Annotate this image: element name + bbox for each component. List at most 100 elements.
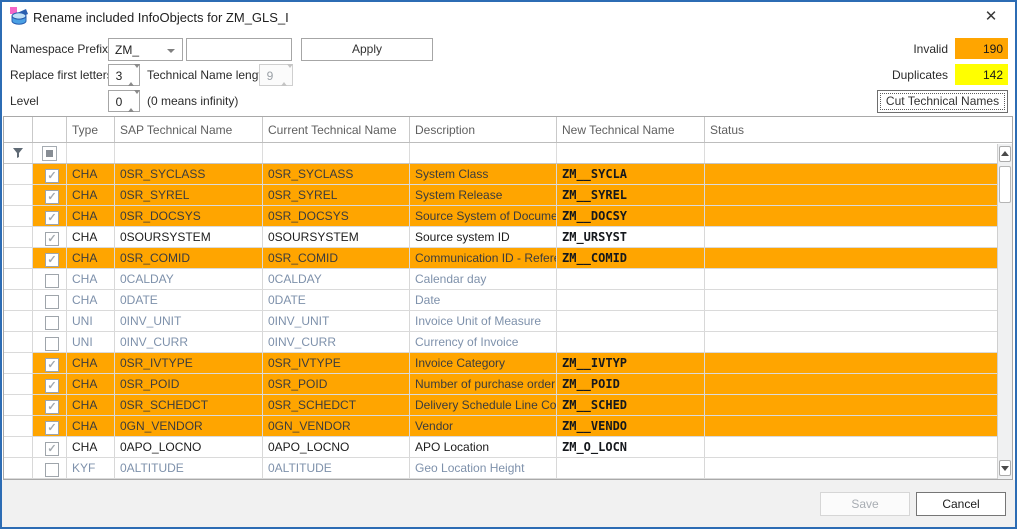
namespace-suffix-input[interactable] [186,38,292,61]
scrollbar-thumb[interactable] [999,166,1011,203]
footer-bar: Save Cancel [2,480,1015,527]
table-row[interactable]: ✓CHA0SR_COMID0SR_COMIDCommunication ID -… [4,248,1012,269]
cell-type: CHA [67,248,115,268]
table-row[interactable]: CHA0DATE0DATEDate [4,290,1012,311]
row-indicator [4,269,33,289]
filter-menu-cell[interactable] [4,143,33,163]
cut-technical-names-button[interactable]: Cut Technical Names [877,90,1008,113]
cell-status [705,374,1012,394]
row-indicator [4,206,33,226]
table-row[interactable]: ✓CHA0SR_SYCLASS0SR_SYCLASSSystem ClassZM… [4,164,1012,185]
cell-current: 0SR_SYREL [263,185,410,205]
table-row[interactable]: KYF0ALTITUDE0ALTITUDEGeo Location Height [4,458,1012,479]
checkbox-checked[interactable]: ✓ [45,253,59,267]
row-checkbox-cell [33,458,67,478]
replace-first-letters-label: Replace first letters [10,68,113,82]
checkbox-checked[interactable]: ✓ [45,400,59,414]
vertical-scrollbar[interactable] [997,144,1012,479]
filter-current-cell[interactable] [263,143,410,163]
cell-current: 0INV_UNIT [263,311,410,331]
cell-description: System Class [410,164,557,184]
checkbox-checked[interactable]: ✓ [45,421,59,435]
header-current-name[interactable]: Current Technical Name [263,117,410,142]
table-row[interactable]: ✓CHA0SOURSYSTEM0SOURSYSTEMSource system … [4,227,1012,248]
cell-description: Source system ID [410,227,557,247]
cell-type: CHA [67,416,115,436]
indeterminate-mark [46,150,53,157]
cell-sap: 0GN_VENDOR [115,416,263,436]
filter-new-cell[interactable] [557,143,705,163]
stepper-arrows-icon[interactable] [128,68,136,84]
header-description[interactable]: Description [410,117,557,142]
filter-status-cell[interactable] [705,143,1012,163]
select-all-checkbox-cell[interactable] [33,143,67,163]
cell-status [705,332,1012,352]
checkbox-checked[interactable]: ✓ [45,358,59,372]
table-row[interactable]: ✓CHA0SR_IVTYPE0SR_IVTYPEInvoice Category… [4,353,1012,374]
table-row[interactable]: ✓CHA0SR_POID0SR_POIDNumber of purchase o… [4,374,1012,395]
cell-current: 0SR_COMID [263,248,410,268]
cell-new_name [557,290,705,310]
cell-new_name: ZM__DOCSY [557,206,705,226]
level-stepper[interactable]: 0 [108,90,140,112]
table-row[interactable]: ✓CHA0SR_DOCSYS0SR_DOCSYSSource System of… [4,206,1012,227]
stepper-arrows-icon[interactable] [128,94,136,110]
cell-sap: 0SOURSYSTEM [115,227,263,247]
select-all-checkbox[interactable] [42,146,57,161]
filter-sap-cell[interactable] [115,143,263,163]
cell-description: Communication ID - Refere... [410,248,557,268]
filter-desc-cell[interactable] [410,143,557,163]
filter-icon [12,147,24,159]
checkbox-checked[interactable]: ✓ [45,211,59,225]
header-type[interactable]: Type [67,117,115,142]
cell-new_name: ZM__POID [557,374,705,394]
checkbox-unchecked[interactable] [45,295,59,309]
apply-button[interactable]: Apply [301,38,433,61]
cancel-button[interactable]: Cancel [916,492,1006,516]
cell-status [705,395,1012,415]
cell-description: Source System of Document [410,206,557,226]
table-row[interactable]: ✓CHA0SR_SYREL0SR_SYRELSystem ReleaseZM__… [4,185,1012,206]
row-indicator [4,164,33,184]
scroll-down-icon[interactable] [999,460,1011,476]
checkbox-unchecked[interactable] [45,316,59,330]
cell-description: Vendor [410,416,557,436]
filter-type-cell[interactable] [67,143,115,163]
cell-new_name: ZM__VENDO [557,416,705,436]
header-new-name[interactable]: New Technical Name [557,117,705,142]
checkbox-unchecked[interactable] [45,337,59,351]
checkbox-checked[interactable]: ✓ [45,442,59,456]
row-indicator [4,458,33,478]
checkbox-unchecked[interactable] [45,274,59,288]
cell-status [705,416,1012,436]
header-checkbox[interactable] [33,117,67,142]
table-row[interactable]: UNI0INV_UNIT0INV_UNITInvoice Unit of Mea… [4,311,1012,332]
scroll-up-icon[interactable] [999,146,1011,162]
cell-current: 0SR_SCHEDCT [263,395,410,415]
cell-description: Number of purchase order [410,374,557,394]
cell-sap: 0SR_SCHEDCT [115,395,263,415]
checkbox-checked[interactable]: ✓ [45,190,59,204]
checkbox-checked[interactable]: ✓ [45,232,59,246]
checkbox-checked[interactable]: ✓ [45,379,59,393]
header-sap-name[interactable]: SAP Technical Name [115,117,263,142]
table-row[interactable]: ✓CHA0APO_LOCNO0APO_LOCNOAPO LocationZM_O… [4,437,1012,458]
row-checkbox-cell: ✓ [33,185,67,205]
duplicates-label: Duplicates [848,68,948,82]
table-row[interactable]: UNI0INV_CURR0INV_CURRCurrency of Invoice [4,332,1012,353]
checkbox-unchecked[interactable] [45,463,59,477]
namespace-prefix-combo[interactable]: ZM_ [108,38,183,61]
row-checkbox-cell [33,332,67,352]
cell-new_name: ZM_O_LOCN [557,437,705,457]
header-status[interactable]: Status [705,117,1012,142]
row-indicator [4,290,33,310]
cell-status [705,290,1012,310]
cell-description: System Release [410,185,557,205]
cell-current: 0SOURSYSTEM [263,227,410,247]
replace-first-letters-stepper[interactable]: 3 [108,64,140,86]
close-icon[interactable]: ✕ [977,6,1005,28]
checkbox-checked[interactable]: ✓ [45,169,59,183]
table-row[interactable]: ✓CHA0SR_SCHEDCT0SR_SCHEDCTDelivery Sched… [4,395,1012,416]
table-row[interactable]: CHA0CALDAY0CALDAYCalendar day [4,269,1012,290]
table-row[interactable]: ✓CHA0GN_VENDOR0GN_VENDORVendorZM__VENDO [4,416,1012,437]
